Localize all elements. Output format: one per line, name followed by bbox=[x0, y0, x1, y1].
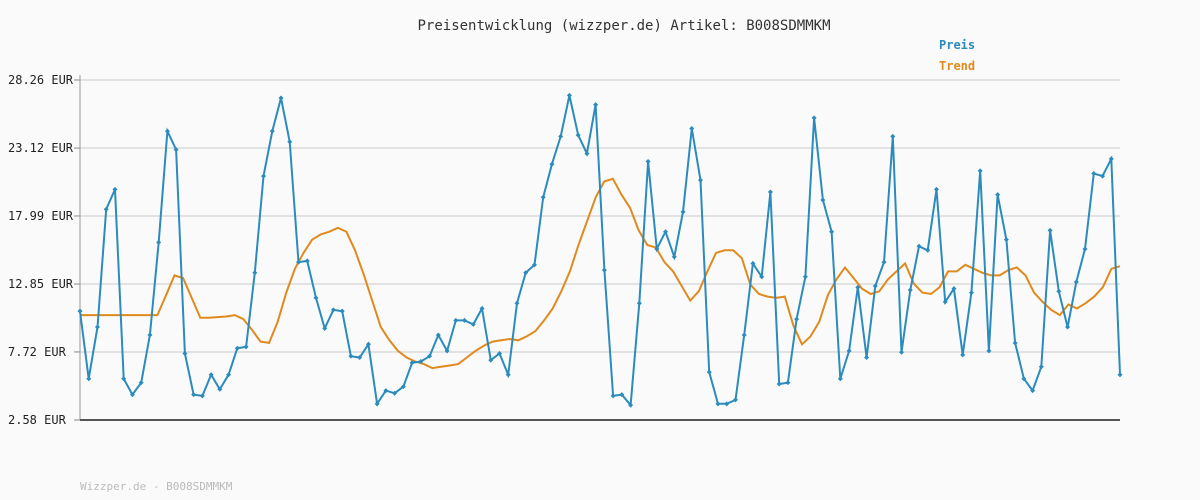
preis-point bbox=[601, 267, 607, 273]
preis-point bbox=[995, 192, 1001, 198]
preis-point bbox=[313, 295, 319, 301]
preis-point bbox=[977, 168, 983, 174]
preis-point bbox=[890, 133, 896, 139]
preis-point bbox=[899, 349, 905, 355]
preis-point bbox=[287, 139, 293, 145]
preis-point bbox=[864, 355, 870, 361]
preis-point bbox=[252, 270, 258, 276]
preis-point bbox=[785, 380, 791, 386]
preis-point bbox=[453, 317, 459, 323]
preis-point bbox=[680, 209, 686, 215]
preis-point bbox=[269, 128, 275, 134]
preis-point bbox=[348, 353, 354, 359]
preis-point bbox=[741, 332, 747, 338]
preis-point bbox=[645, 159, 651, 165]
preis-point bbox=[698, 177, 704, 183]
preis-point bbox=[1038, 364, 1044, 370]
preis-point bbox=[811, 115, 817, 121]
preis-point bbox=[671, 254, 677, 260]
preis-point bbox=[1117, 372, 1123, 378]
preis-point bbox=[566, 92, 572, 98]
preis-point bbox=[960, 352, 966, 358]
preis-point bbox=[94, 324, 100, 330]
preis-point bbox=[767, 189, 773, 195]
preis-point bbox=[794, 316, 800, 322]
preis-point bbox=[278, 95, 284, 101]
y-tick-label: 28.26 EUR bbox=[8, 73, 74, 87]
y-tick-label: 7.72 EUR bbox=[8, 345, 67, 359]
preis-point bbox=[514, 300, 520, 306]
preis-point bbox=[86, 376, 92, 382]
preis-point bbox=[820, 197, 826, 203]
preis-point bbox=[706, 369, 712, 375]
y-tick-label: 12.85 EUR bbox=[8, 277, 74, 291]
preis-point bbox=[881, 259, 887, 265]
preis-point bbox=[933, 186, 939, 192]
preis-point bbox=[776, 381, 782, 387]
preis-point bbox=[689, 125, 695, 131]
preis-point bbox=[234, 345, 240, 351]
preis-point bbox=[829, 229, 835, 235]
preis-point bbox=[261, 173, 267, 179]
preis-point bbox=[968, 290, 974, 296]
preis-point bbox=[1012, 340, 1018, 346]
preis-point bbox=[191, 392, 197, 398]
footer-credit: Wizzper.de - B008SDMMKM bbox=[80, 480, 233, 493]
preis-point bbox=[715, 401, 721, 407]
preis-point bbox=[549, 161, 555, 167]
preis-point bbox=[610, 393, 616, 399]
preis-point bbox=[339, 308, 345, 314]
line-chart: 28.26 EUR 23.12 EUR 17.99 EUR 12.85 EUR 7.72… bbox=[8, 73, 1123, 427]
preis-point bbox=[1091, 170, 1097, 176]
preis-point bbox=[907, 287, 913, 293]
series-preis-line bbox=[79, 95, 1121, 408]
y-tick-label: 17.99 EUR bbox=[8, 209, 74, 223]
preis-point bbox=[1082, 246, 1088, 252]
y-tick-label: 23.12 EUR bbox=[8, 141, 74, 155]
preis-point bbox=[1003, 237, 1009, 243]
preis-point bbox=[837, 376, 843, 382]
preis-point bbox=[77, 308, 83, 314]
preis-point bbox=[593, 102, 599, 108]
preis-point bbox=[558, 133, 564, 139]
preis-point bbox=[304, 258, 310, 264]
preis-point bbox=[147, 332, 153, 338]
y-tick-label: 2.58 EUR bbox=[8, 413, 67, 427]
preis-point bbox=[802, 274, 808, 280]
preis-point bbox=[156, 239, 162, 245]
preis-point bbox=[1056, 288, 1062, 294]
preis-point bbox=[1047, 227, 1053, 233]
preis-point bbox=[636, 300, 642, 306]
preis-point bbox=[540, 194, 546, 200]
preis-point bbox=[243, 344, 249, 350]
preis-point bbox=[1065, 324, 1071, 330]
